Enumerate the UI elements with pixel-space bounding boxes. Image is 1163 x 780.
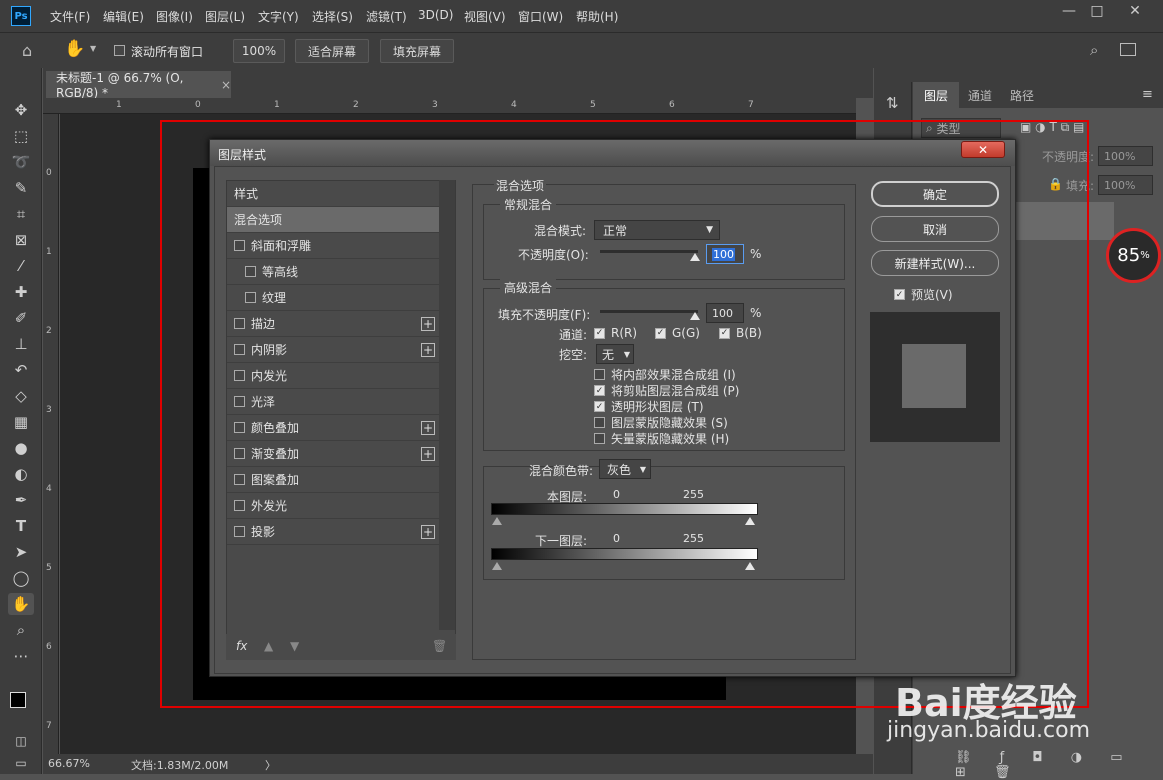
type-tool-icon[interactable]: T	[8, 515, 34, 537]
crop-tool-icon[interactable]: ⌗	[8, 203, 34, 225]
zoom-badge-value: 85	[1117, 245, 1141, 266]
ruler-label: 1	[46, 247, 52, 257]
eyedropper-tool-icon[interactable]: ⁄	[8, 255, 34, 277]
panel-menu-icon[interactable]: ≡	[1142, 87, 1153, 102]
quick-select-tool-icon[interactable]: ✎	[8, 177, 34, 199]
stamp-tool-icon[interactable]: ⊥	[8, 333, 34, 355]
menu-window[interactable]: 窗口(W)	[518, 8, 563, 25]
menu-view[interactable]: 视图(V)	[464, 8, 506, 25]
eraser-tool-icon[interactable]: ◇	[8, 385, 34, 407]
move-tool-icon[interactable]: ✥	[8, 99, 34, 121]
status-zoom[interactable]: 66.67%	[48, 757, 90, 770]
menu-filter[interactable]: 滤镜(T)	[366, 8, 407, 25]
lasso-tool-icon[interactable]: ➰	[8, 151, 34, 173]
tab-paths[interactable]: 路径	[1001, 82, 1043, 108]
zoom-100-button[interactable]: 100%	[233, 39, 285, 63]
home-icon[interactable]: ⌂	[22, 41, 32, 60]
toolbox: ✥ ⬚ ➰ ✎ ⌗ ⊠ ⁄ ✚ ✐ ⊥ ↶ ◇ ▦ ● ◐ ✒ T ➤ ◯ ✋ …	[0, 68, 42, 774]
ruler-label: 3	[432, 100, 438, 110]
ruler-label: 6	[669, 100, 675, 110]
menu-file[interactable]: 文件(F)	[50, 8, 90, 25]
highlight-box	[160, 120, 1089, 708]
hand-tool-icon[interactable]: ✋	[8, 593, 34, 615]
gradient-tool-icon[interactable]: ▦	[8, 411, 34, 433]
ruler-label: 4	[46, 484, 52, 494]
scroll-all-checkbox[interactable]	[114, 45, 125, 56]
layer-bottom-icons[interactable]: ⛓ ƒ ◘ ◑ ▭ ⊞ 🗑	[955, 750, 1163, 780]
dodge-tool-icon[interactable]: ◐	[8, 463, 34, 485]
frame-tool-icon[interactable]: ⊠	[8, 229, 34, 251]
ruler-label: 3	[46, 405, 52, 415]
menu-image[interactable]: 图像(I)	[156, 8, 193, 25]
options-bar: ⌂ ✋ ▼ 滚动所有窗口 100% 适合屏幕 填充屏幕 ⌕	[0, 32, 1163, 68]
ruler-label: 6	[46, 642, 52, 652]
ruler-label: 5	[590, 100, 596, 110]
horizontal-ruler: 1 0 1 2 3 4 5 6 7	[43, 98, 856, 114]
quick-mask-icon[interactable]: ◫	[8, 730, 34, 752]
document-tab-title: 未标题-1 @ 66.7% (O, RGB/8) *	[56, 71, 184, 100]
scroll-all-label: 滚动所有窗口	[131, 45, 204, 59]
restore-icon[interactable]: □	[1080, 0, 1114, 22]
foreground-color-swatch[interactable]	[10, 692, 26, 708]
zoom-badge-unit: %	[1140, 250, 1150, 261]
ruler-label: 1	[274, 100, 280, 110]
search-icon[interactable]: ⌕	[1090, 41, 1098, 59]
chevron-down-icon[interactable]: ▼	[90, 44, 96, 53]
status-arrow-icon[interactable]: 〉	[265, 757, 276, 773]
menu-type[interactable]: 文字(Y)	[258, 8, 299, 25]
tab-channels[interactable]: 通道	[959, 82, 1001, 108]
photoshop-logo: Ps	[11, 6, 31, 26]
hand-tool-icon[interactable]: ✋	[64, 39, 85, 59]
path-select-tool-icon[interactable]: ➤	[8, 541, 34, 563]
menu-layer[interactable]: 图层(L)	[205, 8, 245, 25]
ruler-label: 2	[46, 326, 52, 336]
tab-layers[interactable]: 图层	[913, 82, 959, 108]
history-brush-icon[interactable]: ↶	[8, 359, 34, 381]
menu-edit[interactable]: 编辑(E)	[103, 8, 144, 25]
layer-fill-input[interactable]: 100%	[1098, 175, 1153, 195]
ruler-label: 4	[511, 100, 517, 110]
document-tab[interactable]: 未标题-1 @ 66.7% (O, RGB/8) * ×	[46, 71, 231, 100]
screen-mode-icon[interactable]: ▭	[8, 752, 34, 774]
menu-3d[interactable]: 3D(D)	[418, 8, 453, 22]
ruler-label: 2	[353, 100, 359, 110]
close-icon[interactable]: ✕	[1118, 0, 1152, 22]
brush-tool-icon[interactable]: ✐	[8, 307, 34, 329]
pen-tool-icon[interactable]: ✒	[8, 489, 34, 511]
ruler-label: 0	[195, 100, 201, 110]
layer-opacity-input[interactable]: 100%	[1098, 146, 1153, 166]
status-doc-size: 文档:1.83M/2.00M	[131, 759, 229, 772]
ruler-label: 1	[116, 100, 122, 110]
ruler-label: 7	[748, 100, 754, 110]
workspace-icon[interactable]	[1120, 43, 1136, 56]
zoom-tool-icon[interactable]: ⌕	[8, 619, 34, 641]
marquee-tool-icon[interactable]: ⬚	[8, 125, 34, 147]
fit-screen-button[interactable]: 适合屏幕	[295, 39, 369, 63]
ellipse-tool-icon[interactable]: ◯	[8, 567, 34, 589]
ruler-label: 0	[46, 168, 52, 178]
menu-select[interactable]: 选择(S)	[312, 8, 353, 25]
healing-tool-icon[interactable]: ✚	[8, 281, 34, 303]
ruler-label: 7	[46, 721, 52, 731]
vertical-ruler: 0 1 2 3 4 5 6 7	[43, 114, 59, 754]
tab-close-icon[interactable]: ×	[221, 78, 231, 92]
watermark-url: jingyan.baidu.com	[887, 718, 1091, 743]
menu-bar: Ps 文件(F) 编辑(E) 图像(I) 图层(L) 文字(Y) 选择(S) 滤…	[0, 0, 1163, 32]
zoom-badge: 85%	[1106, 228, 1161, 283]
properties-icon[interactable]: ⇅	[886, 94, 899, 112]
blur-tool-icon[interactable]: ●	[8, 437, 34, 459]
more-tools-icon[interactable]: ⋯	[8, 645, 34, 667]
ruler-label: 5	[46, 563, 52, 573]
fill-screen-button[interactable]: 填充屏幕	[380, 39, 454, 63]
menu-help[interactable]: 帮助(H)	[576, 8, 618, 25]
status-bar: 66.67% 文档:1.83M/2.00M 〉	[43, 754, 873, 774]
